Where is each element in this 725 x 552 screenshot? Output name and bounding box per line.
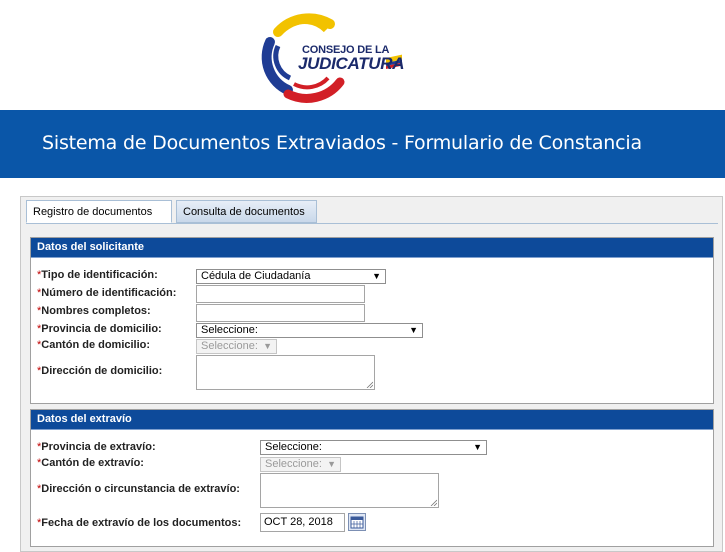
page-banner: Sistema de Documentos Extraviados - Form… bbox=[0, 110, 725, 178]
section-header-extravio: Datos del extravío bbox=[31, 410, 713, 430]
input-numero-identificacion[interactable] bbox=[196, 285, 365, 303]
label-fecha-extravio: *Fecha de extravío de los documentos: bbox=[37, 517, 242, 529]
select-canton-domicilio[interactable]: Seleccione: ▼ bbox=[196, 339, 277, 354]
tab-divider bbox=[26, 223, 718, 224]
chevron-down-icon: ▼ bbox=[372, 271, 381, 281]
label-direccion-domicilio: *Dirección de domicilio: bbox=[37, 365, 163, 377]
calendar-button[interactable] bbox=[348, 513, 366, 531]
tab-registro-documentos[interactable]: Registro de documentos bbox=[26, 200, 172, 223]
textarea-direccion-extravio[interactable] bbox=[260, 473, 439, 508]
calendar-icon bbox=[350, 516, 364, 529]
resize-handle-icon[interactable] bbox=[366, 381, 373, 388]
label-tipo-identificacion: *Tipo de identificación: bbox=[37, 269, 158, 281]
page-title: Sistema de Documentos Extraviados - Form… bbox=[42, 132, 642, 154]
judicatura-logo: CONSEJO DE LA JUDICATURA bbox=[248, 2, 408, 104]
select-canton-extravio[interactable]: Seleccione: ▼ bbox=[260, 457, 341, 472]
label-numero-identificacion: *Número de identificación: bbox=[37, 287, 177, 299]
select-provincia-extravio[interactable]: Seleccione: ▼ bbox=[260, 440, 487, 455]
chevron-down-icon: ▼ bbox=[327, 459, 336, 469]
chevron-down-icon: ▼ bbox=[473, 442, 482, 452]
select-tipo-identificacion[interactable]: Cédula de Ciudadanía ▼ bbox=[196, 269, 386, 284]
label-provincia-extravio: *Provincia de extravío: bbox=[37, 441, 156, 453]
label-nombres-completos: *Nombres completos: bbox=[37, 305, 151, 317]
section-extravio: Datos del extravío *Provincia de extraví… bbox=[30, 409, 714, 547]
input-nombres-completos[interactable] bbox=[196, 304, 365, 322]
tab-consulta-documentos[interactable]: Consulta de documentos bbox=[176, 200, 317, 223]
chevron-down-icon: ▼ bbox=[409, 325, 418, 335]
section-header-solicitante: Datos del solicitante bbox=[31, 238, 713, 258]
textarea-direccion-domicilio[interactable] bbox=[196, 355, 375, 390]
resize-handle-icon[interactable] bbox=[430, 499, 437, 506]
section-solicitante: Datos del solicitante *Tipo de identific… bbox=[30, 237, 714, 404]
label-direccion-extravio: *Dirección o circunstancia de extravío: bbox=[37, 483, 240, 495]
logo-text-line2: JUDICATURA bbox=[298, 54, 405, 73]
label-provincia-domicilio: *Provincia de domicilio: bbox=[37, 323, 162, 335]
form-panel: Registro de documentos Consulta de docum… bbox=[20, 196, 723, 552]
label-canton-extravio: *Cantón de extravío: bbox=[37, 457, 144, 469]
select-provincia-domicilio[interactable]: Seleccione: ▼ bbox=[196, 323, 423, 338]
label-canton-domicilio: *Cantón de domicilio: bbox=[37, 339, 151, 351]
input-fecha-extravio[interactable]: OCT 28, 2018 bbox=[260, 513, 345, 532]
chevron-down-icon: ▼ bbox=[263, 341, 272, 351]
